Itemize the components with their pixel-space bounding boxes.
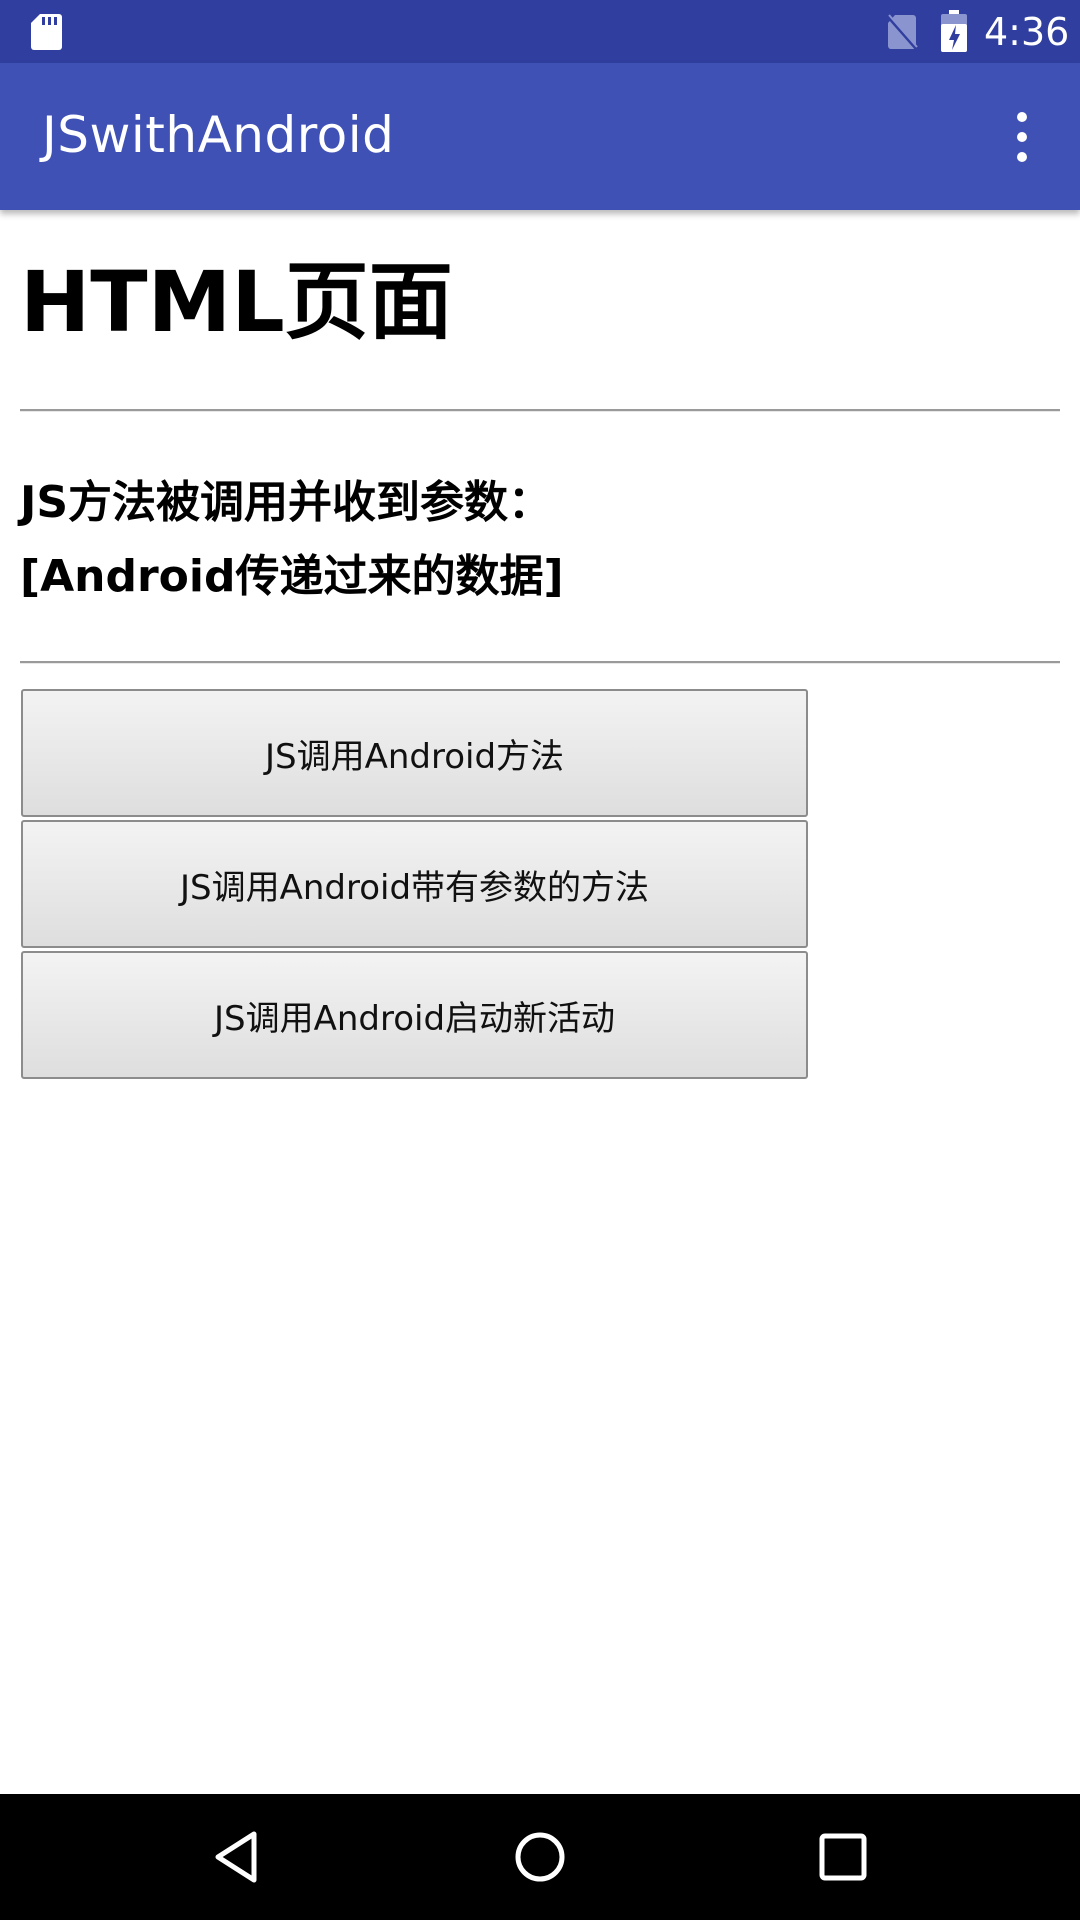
sd-card-icon <box>31 14 62 50</box>
no-sim-icon <box>886 14 918 50</box>
back-icon[interactable] <box>202 1822 272 1892</box>
divider <box>20 661 1060 664</box>
webview-content: HTML页面 JS方法被调用并收到参数： [Android传递过来的数据] JS… <box>0 210 1080 1794</box>
app-bar: JSwithAndroid <box>0 63 1080 210</box>
recents-icon[interactable] <box>808 1822 878 1892</box>
divider <box>20 409 1060 412</box>
status-bar: 4:36 <box>0 0 1080 63</box>
call-android-method-with-params-button[interactable]: JS调用Android带有参数的方法 <box>21 820 808 948</box>
call-android-method-button[interactable]: JS调用Android方法 <box>21 689 808 817</box>
status-clock: 4:36 <box>984 10 1070 54</box>
message-line-1: JS方法被调用并收到参数： <box>20 477 553 528</box>
home-icon[interactable] <box>505 1822 575 1892</box>
more-vert-icon[interactable] <box>1006 109 1038 165</box>
battery-charging-icon <box>941 10 967 52</box>
page-title: HTML页面 <box>20 253 453 351</box>
start-new-activity-button[interactable]: JS调用Android启动新活动 <box>21 951 808 1079</box>
navigation-bar <box>0 1794 1080 1920</box>
js-message: JS方法被调用并收到参数： [Android传递过来的数据] <box>20 466 564 614</box>
message-line-2: [Android传递过来的数据] <box>20 551 564 602</box>
app-title: JSwithAndroid <box>42 106 395 164</box>
